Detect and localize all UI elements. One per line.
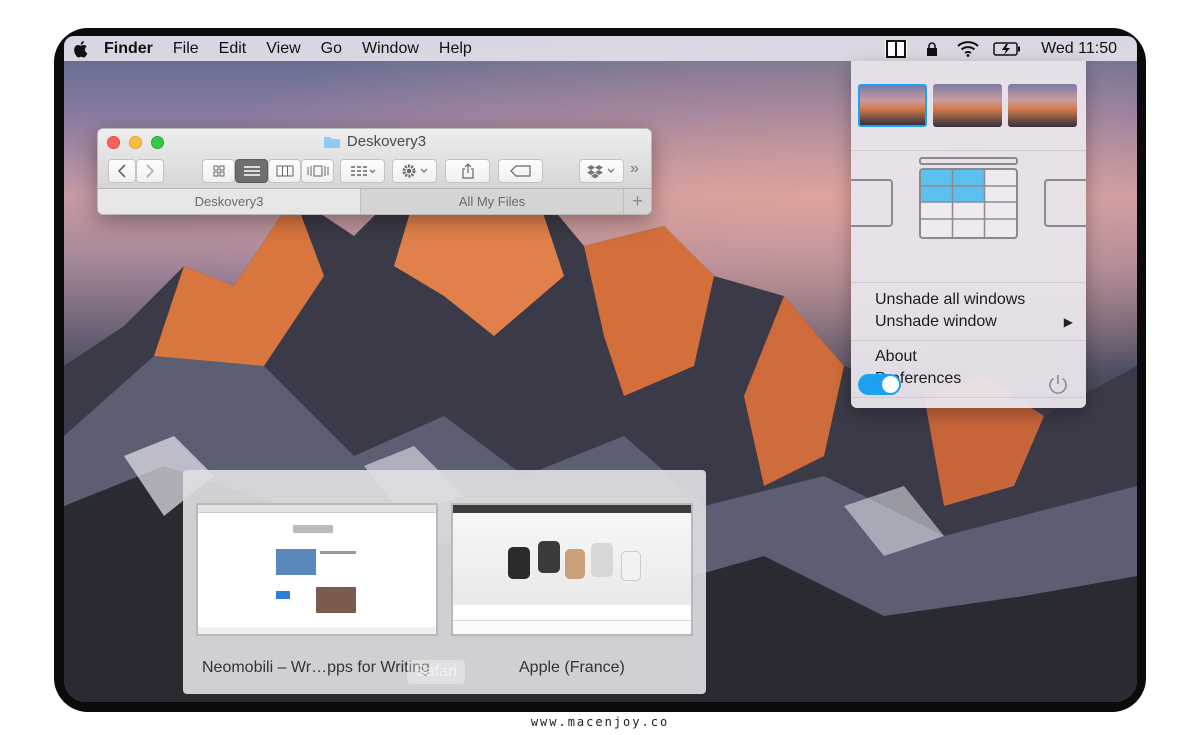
share-button[interactable] [445, 159, 490, 183]
menu-file[interactable]: File [163, 40, 209, 58]
back-button[interactable] [108, 159, 136, 183]
window-preview-apple-france[interactable] [451, 503, 693, 636]
wifi-icon[interactable] [957, 40, 979, 58]
app-label-safari: Safari [407, 660, 465, 684]
finder-tab-bar: Deskovery3 All My Files + [98, 189, 651, 214]
folder-icon [323, 136, 340, 148]
column-view-button[interactable] [268, 159, 301, 183]
chevron-left-icon [117, 164, 126, 178]
grid-arrange-icon [350, 166, 375, 176]
window-switcher: Neomobili – Wr…pps for Writing Apple (Fr… [183, 470, 706, 694]
menu-bar: Finder File Edit View Go Window Help Wed… [64, 36, 1137, 61]
panel-separator [851, 340, 1086, 341]
menu-window[interactable]: Window [352, 40, 429, 58]
apple-logo-icon[interactable] [72, 40, 88, 58]
share-icon [461, 163, 474, 179]
gear-icon [402, 164, 427, 178]
menu-help[interactable]: Help [429, 40, 482, 58]
lock-icon[interactable] [921, 40, 943, 58]
arrange-button[interactable] [340, 159, 385, 183]
forward-button[interactable] [136, 159, 164, 183]
desktop: Finder File Edit View Go Window Help Wed… [64, 36, 1137, 702]
watermark-text: www.macenjoy.co [530, 715, 670, 729]
tab-all-my-files[interactable]: All My Files [361, 189, 623, 214]
column-view-icon [276, 165, 293, 177]
window-layout-grid-icon[interactable] [851, 156, 1086, 241]
enable-toggle[interactable] [858, 374, 901, 395]
window-title-apple-france: Apple (France) [519, 659, 625, 676]
toolbar-overflow-button[interactable]: » [630, 160, 639, 178]
menu-view[interactable]: View [256, 40, 310, 58]
chevron-right-icon [146, 164, 155, 178]
list-view-icon [243, 166, 260, 176]
toggle-knob [882, 376, 899, 393]
unshade-window-item[interactable]: Unshade window [875, 313, 997, 331]
dropbox-button[interactable] [579, 159, 624, 183]
icon-view-icon [213, 165, 224, 177]
power-icon[interactable] [1047, 373, 1069, 395]
window-title-text: Deskovery3 [346, 133, 427, 150]
tag-icon [509, 165, 531, 177]
panel-separator [851, 282, 1086, 283]
menu-edit[interactable]: Edit [209, 40, 257, 58]
list-view-button[interactable] [235, 159, 268, 183]
menu-clock[interactable]: Wed 11:50 [1041, 40, 1117, 58]
desktop-thumbnail-2[interactable] [933, 84, 1002, 127]
panel-separator [851, 150, 1086, 151]
add-tab-button[interactable]: + [623, 189, 651, 214]
window-title-neomobili: Neomobili – Wr…pps for Writing [202, 659, 430, 676]
deskovery-panel: Unshade all windows Unshade window ▶ Abo… [851, 61, 1086, 408]
panel-separator [851, 397, 1086, 398]
finder-window[interactable]: Deskovery3 » Deskovery3 All My Files + [97, 128, 652, 215]
status-area: Wed 11:50 [885, 36, 1137, 61]
action-button[interactable] [392, 159, 437, 183]
window-preview-neomobili[interactable] [196, 503, 438, 636]
coverflow-view-button[interactable] [301, 159, 334, 183]
submenu-arrow-icon: ▶ [1063, 315, 1073, 329]
dropbox-icon [586, 165, 614, 179]
finder-titlebar[interactable]: Deskovery3 » [98, 129, 651, 189]
tab-deskovery3[interactable]: Deskovery3 [98, 189, 361, 214]
icon-view-button[interactable] [202, 159, 235, 183]
window-title: Deskovery3 [98, 133, 651, 150]
unshade-all-windows-item[interactable]: Unshade all windows [875, 291, 1025, 309]
deskovery-icon[interactable] [885, 39, 908, 58]
coverflow-icon [307, 165, 328, 177]
tags-button[interactable] [498, 159, 543, 183]
about-item[interactable]: About [875, 348, 917, 366]
menu-go[interactable]: Go [311, 40, 352, 58]
menu-app-finder[interactable]: Finder [94, 40, 163, 58]
desktop-thumbnail-3[interactable] [1008, 84, 1077, 127]
battery-charging-icon[interactable] [993, 40, 1021, 58]
desktop-thumbnail-1[interactable] [858, 84, 927, 127]
